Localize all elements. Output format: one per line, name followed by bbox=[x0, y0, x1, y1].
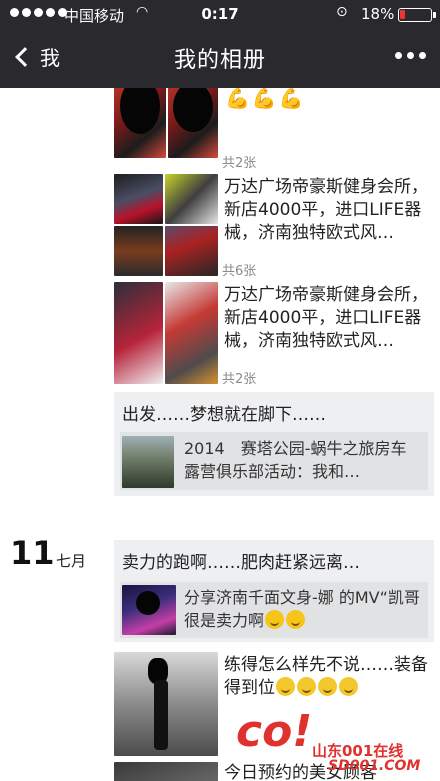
photo-thumbnail[interactable] bbox=[165, 174, 218, 224]
photo-count: 共2张 bbox=[222, 372, 257, 387]
photo-thumbnail[interactable] bbox=[114, 652, 218, 756]
photo-thumbnail[interactable] bbox=[114, 762, 218, 781]
post-text: 出发……梦想就在脚下…… bbox=[122, 405, 326, 425]
more-dot-icon bbox=[419, 52, 426, 59]
shared-link-post[interactable]: 出发……梦想就在脚下…… 2014 赛塔公园-蜗牛之旅房车露营俱乐部活动：我和… bbox=[114, 392, 434, 496]
drooling-emoji-icon bbox=[339, 677, 358, 696]
post-text: 今日预约的美女顾客 bbox=[224, 763, 377, 781]
more-dot-icon bbox=[395, 52, 402, 59]
post-text: 万达广场帝豪斯健身会所，新店4000平，进口LIFE器械，济南独特欧式风… bbox=[224, 177, 428, 243]
battery-icon bbox=[398, 8, 436, 22]
photo-count: 共6张 bbox=[222, 264, 257, 279]
drooling-emoji-icon bbox=[276, 677, 295, 696]
post-text: 万达广场帝豪斯健身会所，新店4000平，进口LIFE器械，济南独特欧式风… bbox=[224, 285, 428, 351]
drooling-emoji-icon bbox=[297, 677, 316, 696]
link-description: 2014 赛塔公园-蜗牛之旅房车露营俱乐部活动：我和… bbox=[184, 439, 407, 481]
more-options-button[interactable] bbox=[395, 52, 426, 59]
date-month: 七月 bbox=[56, 552, 87, 570]
battery-level bbox=[400, 10, 405, 19]
link-thumbnail bbox=[122, 585, 176, 635]
navigation-bar: 我 我的相册 bbox=[0, 28, 440, 88]
more-dot-icon bbox=[407, 52, 414, 59]
link-preview[interactable]: 2014 赛塔公园-蜗牛之旅房车露营俱乐部活动：我和… bbox=[120, 432, 428, 490]
status-bar: 中国移动 ◠ 0:17 ⊙ 18% bbox=[0, 0, 440, 28]
link-thumbnail bbox=[122, 436, 174, 488]
shared-link-post[interactable]: 卖力的跑啊……肥肉赶紧远离… 分享济南千面文身-娜 的MV“凯哥很是卖力啊 bbox=[114, 540, 434, 642]
drooling-emoji-icon bbox=[318, 677, 337, 696]
album-feed[interactable]: 💪💪💪 共2张 万达广场帝豪斯健身会所，新店4000平，进口LIFE器械，济南独… bbox=[0, 88, 440, 781]
photo-thumbnail[interactable] bbox=[114, 226, 163, 276]
photo-thumbnail[interactable] bbox=[114, 282, 163, 384]
link-description: 分享济南千面文身-娜 的MV“凯哥很是卖力啊 bbox=[184, 586, 424, 632]
rotation-lock-icon: ⊙ bbox=[336, 4, 348, 20]
page-title: 我的相册 bbox=[173, 48, 266, 73]
flexed-biceps-emoji: 💪💪💪 bbox=[225, 88, 306, 110]
photo-thumbnail[interactable] bbox=[168, 88, 218, 158]
photo-thumbnail[interactable] bbox=[165, 226, 218, 276]
photo-thumbnail[interactable] bbox=[114, 174, 163, 224]
date-day: 11 bbox=[10, 534, 55, 572]
link-preview[interactable]: 分享济南千面文身-娜 的MV“凯哥很是卖力啊 bbox=[120, 582, 428, 638]
photo-thumbnail[interactable] bbox=[165, 282, 218, 384]
post-text: 卖力的跑啊……肥肉赶紧远离… bbox=[122, 553, 360, 573]
smiley-emoji-icon bbox=[286, 610, 306, 629]
photo-thumbnail[interactable] bbox=[114, 88, 166, 158]
smiley-emoji-icon bbox=[265, 610, 285, 629]
post-text: 练得怎么样先不说……装备得到位 bbox=[224, 654, 434, 700]
photo-count: 共2张 bbox=[222, 156, 257, 171]
top-bar: 中国移动 ◠ 0:17 ⊙ 18% 我 我的相册 bbox=[0, 0, 440, 88]
battery-percent: 18% bbox=[361, 5, 395, 23]
